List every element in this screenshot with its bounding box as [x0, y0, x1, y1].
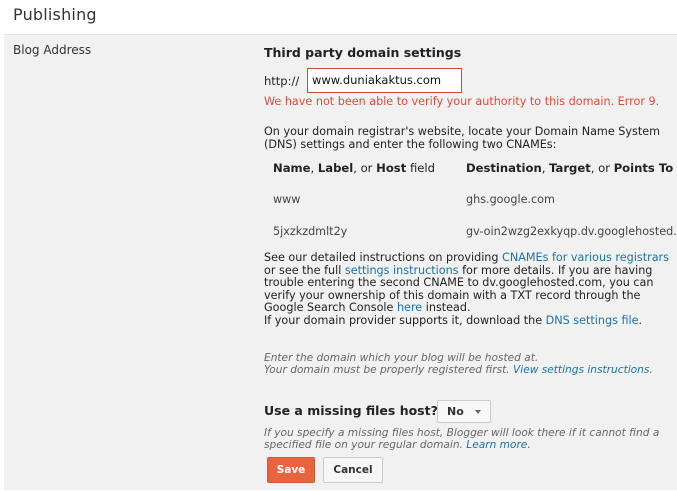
- domain-input[interactable]: www.duniakaktus.com: [307, 68, 462, 93]
- http-prefix: http://: [264, 74, 300, 88]
- missing-files-select[interactable]: No: [437, 400, 491, 423]
- section-title: Third party domain settings: [264, 45, 462, 60]
- view-settings-link[interactable]: View settings instructions: [513, 364, 649, 376]
- save-button[interactable]: Save: [267, 457, 315, 483]
- instructions-paragraph: See our detailed instructions on providi…: [264, 251, 669, 327]
- blog-address-label: Blog Address: [13, 43, 92, 57]
- chevron-down-icon: [475, 410, 481, 414]
- error-message: We have not been able to verify your aut…: [264, 95, 660, 108]
- page-title: Publishing: [13, 5, 97, 24]
- table-header-destination: Destination, Target, or Points To: [466, 162, 674, 175]
- settings-panel: Blog Address Third party domain settings…: [4, 34, 677, 490]
- table-cell-name: www: [273, 193, 301, 206]
- table-cell-name: 5jxzkzdmlt2y: [273, 225, 348, 238]
- search-console-link[interactable]: here: [397, 301, 422, 314]
- domain-settings: Third party domain settings http:// www.…: [263, 35, 677, 491]
- cname-table: Name, Label, or Host field Destination, …: [273, 162, 677, 242]
- learn-more-link[interactable]: Learn more: [466, 439, 527, 451]
- table-header-name: Name, Label, or Host field: [273, 162, 435, 175]
- page-header: Publishing: [0, 0, 677, 34]
- table-cell-destination: gv-oin2wzg2exkyqp.dv.googlehosted.com: [466, 225, 677, 238]
- missing-files-label: Use a missing files host?: [264, 403, 438, 418]
- table-cell-destination: ghs.google.com: [466, 193, 555, 206]
- domain-hint: Enter the domain which your blog will be…: [264, 352, 653, 376]
- missing-files-hint: If you specify a missing files host, Blo…: [264, 427, 660, 451]
- cname-registrars-link[interactable]: CNAMEs for various registrars: [502, 251, 669, 264]
- dns-settings-file-link[interactable]: DNS settings file: [546, 314, 639, 327]
- dns-description: On your domain registrar's website, loca…: [264, 125, 660, 151]
- cancel-button[interactable]: Cancel: [323, 457, 383, 483]
- settings-instructions-link[interactable]: settings instructions: [345, 264, 459, 277]
